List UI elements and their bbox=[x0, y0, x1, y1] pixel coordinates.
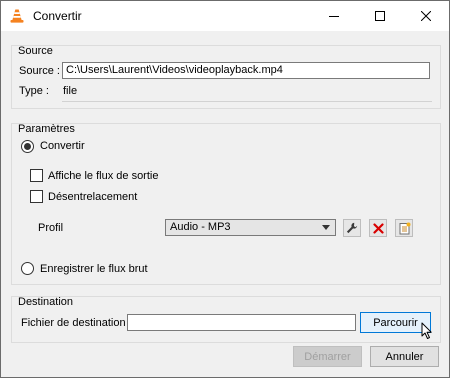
source-label: Source : bbox=[19, 65, 60, 77]
minimize-icon bbox=[329, 16, 339, 17]
type-value: file bbox=[63, 85, 78, 97]
mouse-pointer-icon bbox=[421, 322, 433, 343]
enregistrer-radio[interactable] bbox=[21, 262, 34, 275]
profil-label: Profil bbox=[38, 222, 64, 234]
affiche-flux-label[interactable]: Affiche le flux de sortie bbox=[48, 170, 158, 182]
delete-x-icon bbox=[372, 222, 384, 234]
demarrer-button[interactable]: Démarrer bbox=[293, 346, 362, 367]
source-group-title: Source bbox=[18, 45, 53, 57]
new-profile-button[interactable] bbox=[395, 219, 413, 237]
parametres-group: Paramètres Convertir Affiche le flux de … bbox=[11, 123, 441, 285]
radio-selected-dot bbox=[24, 143, 31, 150]
destination-group: Destination Fichier de destination : Par… bbox=[11, 296, 441, 343]
delete-profile-button[interactable] bbox=[369, 219, 387, 237]
maximize-button[interactable] bbox=[357, 1, 403, 31]
vlc-cone-icon bbox=[9, 8, 25, 24]
profil-select[interactable]: Audio - MP3 bbox=[165, 219, 336, 236]
close-icon bbox=[421, 11, 431, 21]
new-profile-icon bbox=[399, 222, 410, 234]
destination-group-title: Destination bbox=[18, 296, 74, 308]
annuler-button[interactable]: Annuler bbox=[370, 346, 439, 367]
close-button[interactable] bbox=[403, 1, 449, 31]
affiche-flux-checkbox[interactable] bbox=[30, 169, 43, 182]
title-bar: Convertir bbox=[1, 1, 449, 31]
minimize-button[interactable] bbox=[311, 1, 357, 31]
chevron-down-icon bbox=[322, 225, 330, 230]
convertir-radio[interactable] bbox=[21, 140, 34, 153]
maximize-icon bbox=[375, 11, 385, 21]
destination-file-field[interactable] bbox=[127, 314, 356, 331]
type-label: Type : bbox=[19, 85, 49, 97]
parametres-group-title: Paramètres bbox=[18, 123, 75, 135]
profil-selected-value: Audio - MP3 bbox=[170, 221, 231, 233]
wrench-icon bbox=[346, 222, 358, 234]
separator bbox=[62, 101, 432, 102]
desentrelacement-checkbox[interactable] bbox=[30, 190, 43, 203]
source-path-field[interactable]: C:\Users\Laurent\Videos\videoplayback.mp… bbox=[62, 62, 430, 79]
fichier-destination-label: Fichier de destination : bbox=[21, 317, 132, 329]
window-title: Convertir bbox=[33, 9, 82, 23]
enregistrer-label[interactable]: Enregistrer le flux brut bbox=[40, 263, 148, 275]
convert-dialog: Convertir Source Source : C:\Users\Laure… bbox=[0, 0, 450, 378]
edit-profile-button[interactable] bbox=[343, 219, 361, 237]
desentrelacement-label[interactable]: Désentrelacement bbox=[48, 191, 137, 203]
convertir-label[interactable]: Convertir bbox=[40, 140, 85, 152]
source-group: Source Source : C:\Users\Laurent\Videos\… bbox=[11, 45, 441, 109]
